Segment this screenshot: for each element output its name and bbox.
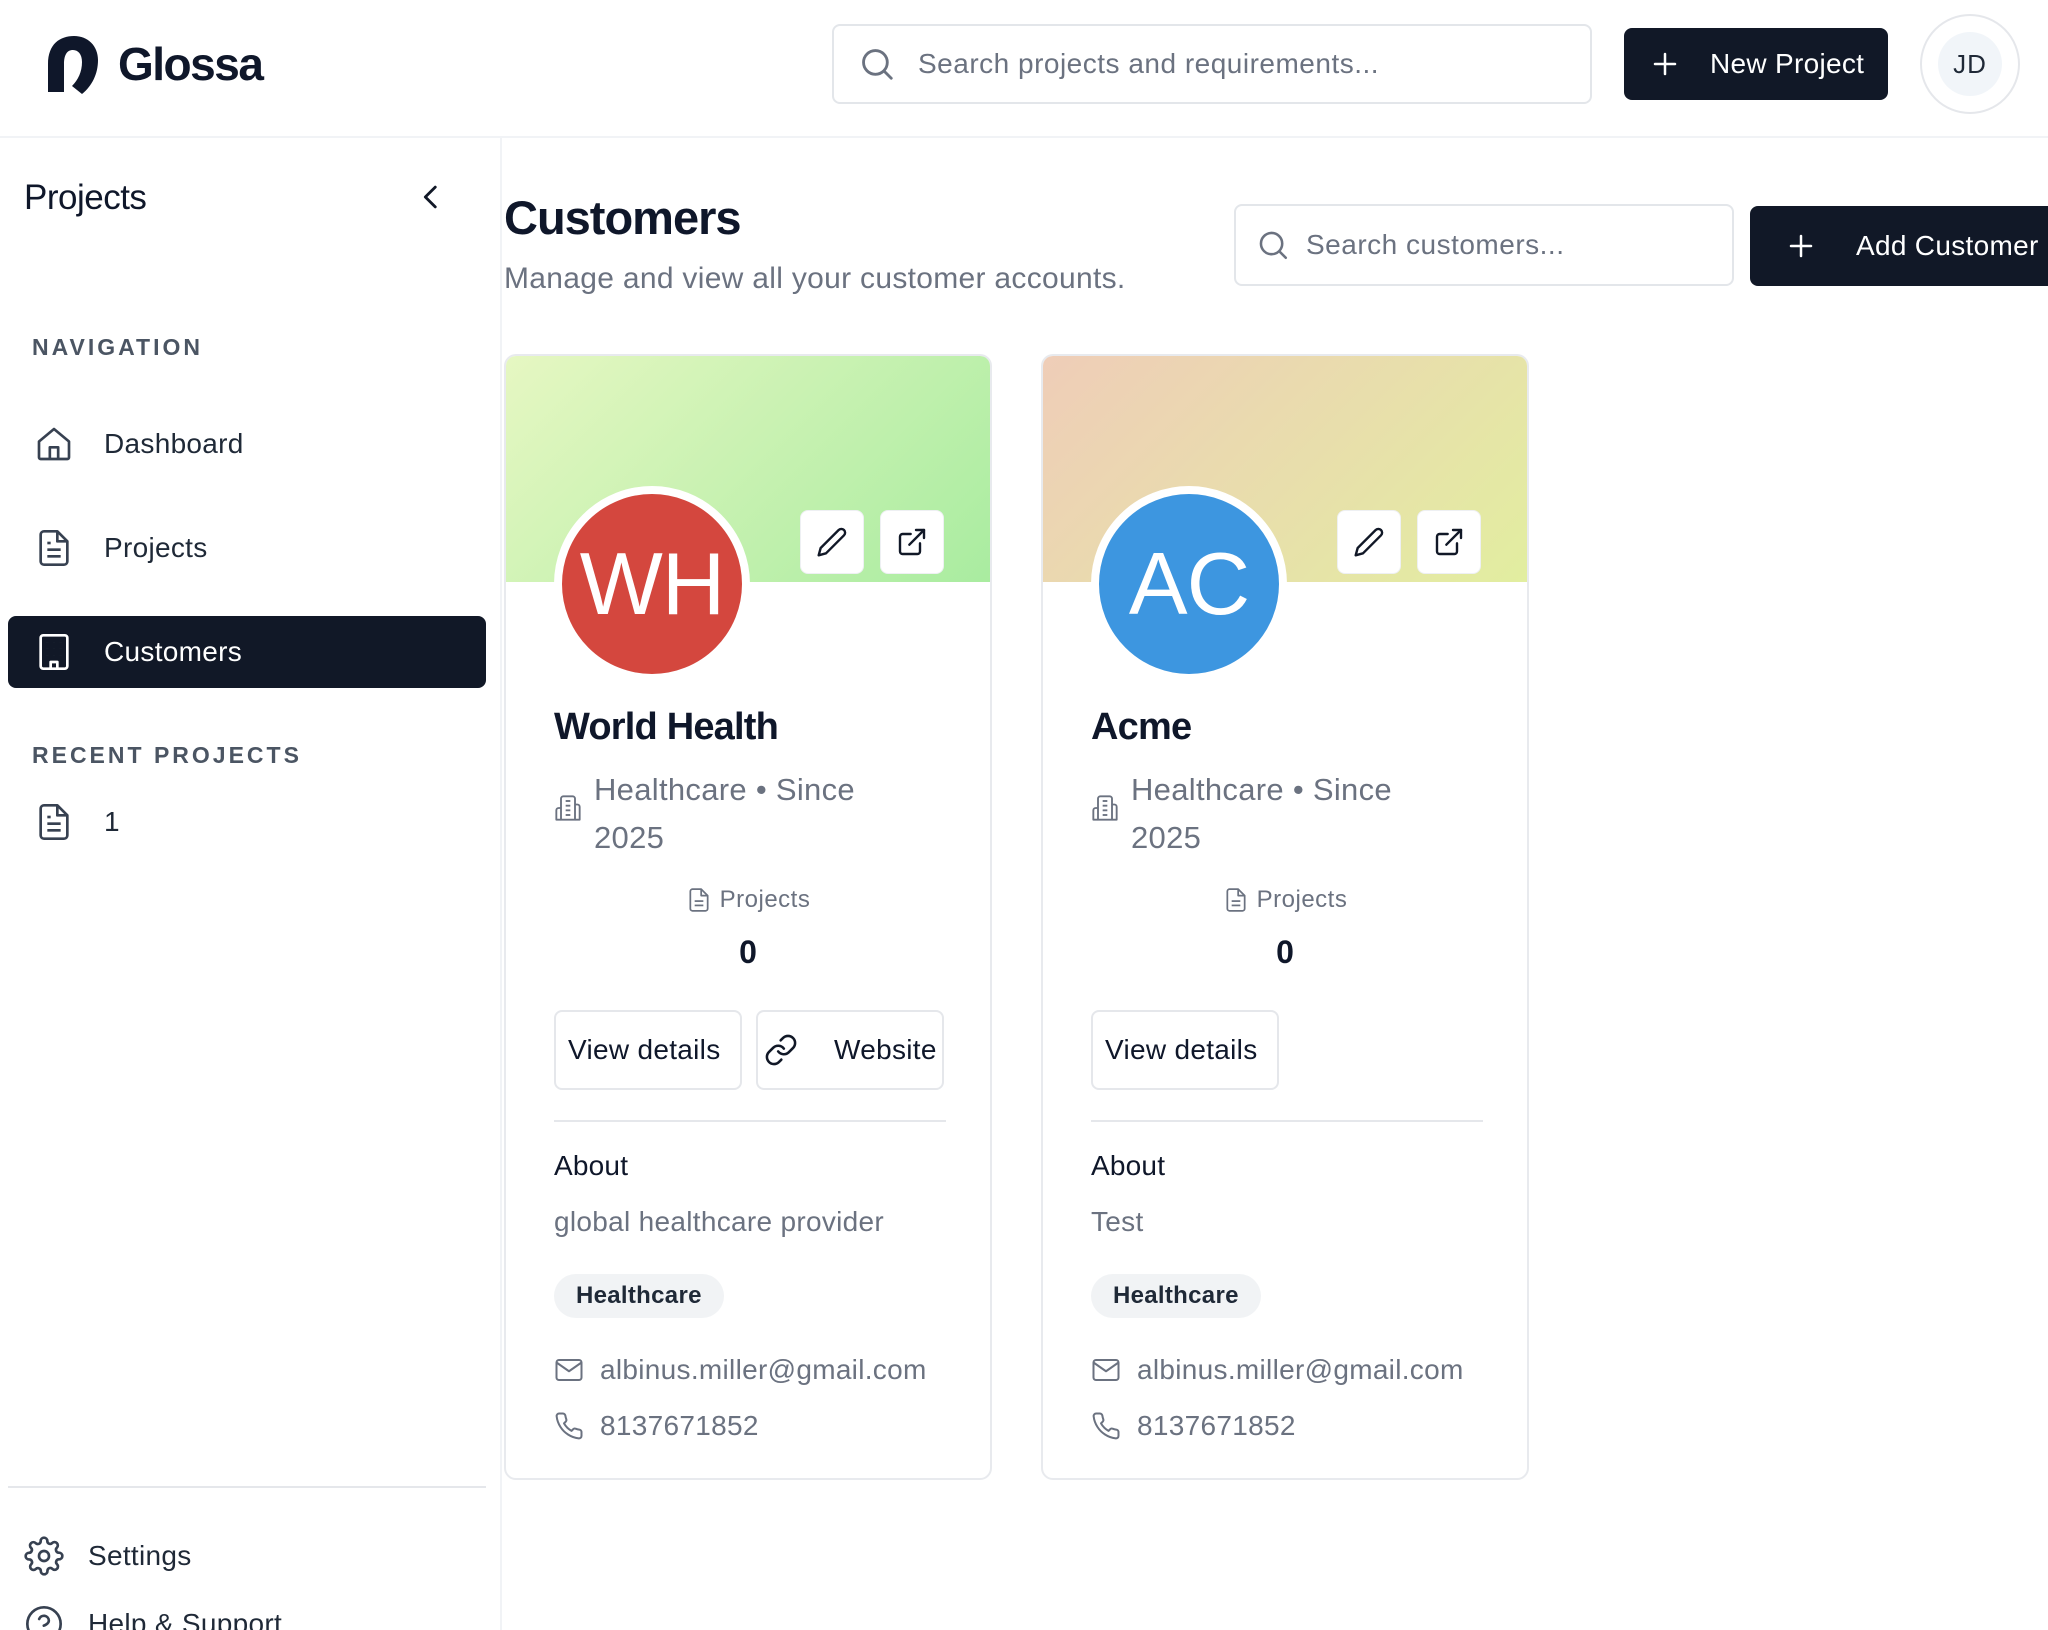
add-customer-label: Add Customer [1856, 230, 2039, 261]
card-divider [554, 1120, 946, 1122]
customer-card: AC Acme Healthcare • Since 2025 Projects… [1041, 354, 1529, 1480]
industry-tag: Healthcare [1091, 1274, 1261, 1318]
sidebar-item-projects[interactable]: Projects [8, 512, 486, 584]
contact-email[interactable]: albinus.miller@gmail.com [554, 1354, 927, 1386]
email-value: albinus.miller@gmail.com [600, 1354, 927, 1385]
mail-icon [555, 1359, 583, 1381]
view-details-label: View details [568, 1034, 721, 1065]
projects-count: 0 [1276, 934, 1294, 970]
gear-icon [24, 1536, 64, 1576]
sidebar-title: Projects [24, 178, 147, 217]
contact-email[interactable]: albinus.miller@gmail.com [1091, 1354, 1464, 1386]
external-link-icon [898, 528, 926, 556]
new-project-label: New Project [1710, 48, 1865, 79]
glossa-logo-icon [48, 36, 98, 94]
projects-stat-label: Projects [506, 886, 990, 914]
customer-search-placeholder: Search customers... [1306, 229, 1565, 260]
projects-count: 0 [739, 934, 757, 970]
file-text-icon [689, 888, 709, 912]
sidebar-item-label: Help & Support [88, 1608, 283, 1630]
building-icon [555, 795, 581, 821]
search-icon [1259, 231, 1288, 260]
customer-avatar: WH [554, 486, 750, 682]
customer-meta-text: Healthcare • Since 2025 [1131, 772, 1392, 855]
sidebar-item-help[interactable]: Help & Support [24, 1604, 282, 1630]
sidebar-item-customers[interactable]: Customers [8, 616, 486, 688]
external-link-icon [1435, 528, 1463, 556]
building-icon [39, 634, 69, 670]
new-project-button[interactable]: New Project [1624, 28, 1888, 100]
sidebar-item-label: Projects [104, 532, 208, 563]
industry-tag: Healthcare [554, 1274, 724, 1318]
phone-icon [555, 1412, 583, 1440]
file-text-icon [39, 530, 69, 566]
customer-meta: Healthcare • Since 2025 [554, 766, 954, 862]
projects-stat-label: Projects [1043, 886, 1527, 914]
about-heading: About [1091, 1150, 1166, 1181]
page-title: Customers [504, 191, 742, 244]
edit-customer-button[interactable] [800, 510, 864, 574]
sidebar-item-settings[interactable]: Settings [24, 1536, 192, 1576]
phone-icon [1092, 1412, 1120, 1440]
view-details-button[interactable]: View details [554, 1010, 742, 1090]
pencil-icon [1354, 527, 1384, 557]
open-customer-button[interactable] [1417, 510, 1481, 574]
sidebar-item-label: Dashboard [104, 428, 244, 459]
brand-name: Glossa [118, 38, 264, 90]
recent-project-label: 1 [104, 806, 120, 837]
customer-search-input[interactable]: Search customers... [1234, 204, 1734, 286]
phone-value: 8137671852 [1137, 1410, 1296, 1441]
customer-name: Acme [1091, 706, 1192, 748]
customer-meta: Healthcare • Since 2025 [1091, 766, 1491, 862]
open-customer-button[interactable] [880, 510, 944, 574]
customer-name: World Health [554, 706, 779, 748]
projects-stat-text: Projects [1256, 886, 1348, 913]
add-customer-button[interactable]: Add Customer [1750, 206, 2048, 286]
contact-phone[interactable]: 8137671852 [554, 1410, 759, 1442]
plus-icon [1789, 234, 1813, 258]
about-text: global healthcare provider [554, 1206, 885, 1237]
user-avatar: JD [1938, 32, 2002, 96]
sidebar-item-label: Settings [88, 1540, 192, 1571]
about-text: Test [1091, 1206, 1144, 1237]
contact-phone[interactable]: 8137671852 [1091, 1410, 1296, 1442]
page-subtitle: Manage and view all your customer accoun… [504, 262, 1126, 295]
file-text-icon [39, 804, 69, 840]
home-icon [37, 427, 71, 461]
view-details-button[interactable]: View details [1091, 1010, 1279, 1090]
email-value: albinus.miller@gmail.com [1137, 1354, 1464, 1385]
sidebar-item-dashboard[interactable]: Dashboard [8, 408, 486, 480]
search-icon [862, 49, 893, 80]
website-label: Website [834, 1034, 937, 1065]
phone-value: 8137671852 [600, 1410, 759, 1441]
navigation-heading: NAVIGATION [32, 334, 203, 360]
file-text-icon [1226, 888, 1246, 912]
recent-projects-heading: RECENT PROJECTS [32, 742, 302, 768]
customer-card: WH World Health Healthcare • Since 2025 … [504, 354, 992, 1480]
chevron-left-icon[interactable] [414, 180, 448, 214]
customer-meta-text: Healthcare • Since 2025 [594, 772, 855, 855]
sidebar-divider [8, 1486, 486, 1488]
about-heading: About [554, 1150, 629, 1181]
brand[interactable]: Glossa [38, 30, 264, 98]
sidebar-item-label: Customers [104, 636, 243, 667]
link-icon [765, 1034, 797, 1066]
card-divider [1091, 1120, 1483, 1122]
website-button[interactable]: Website [756, 1010, 944, 1090]
customer-avatar: AC [1091, 486, 1287, 682]
top-bar: Glossa Search projects and requirements.… [0, 0, 2048, 138]
global-search-input[interactable]: Search projects and requirements... [832, 24, 1592, 104]
pencil-icon [817, 527, 847, 557]
view-details-label: View details [1105, 1034, 1258, 1065]
building-icon [1092, 795, 1118, 821]
edit-customer-button[interactable] [1337, 510, 1401, 574]
help-circle-icon [26, 1606, 62, 1630]
user-avatar-button[interactable]: JD [1920, 14, 2020, 114]
plus-icon [1653, 52, 1677, 76]
mail-icon [1092, 1359, 1120, 1381]
recent-project-item[interactable]: 1 [8, 786, 486, 858]
sidebar: Projects NAVIGATION Dashboard Projects C… [0, 138, 502, 1630]
global-search-placeholder: Search projects and requirements... [918, 48, 1380, 79]
projects-stat-text: Projects [719, 886, 811, 913]
